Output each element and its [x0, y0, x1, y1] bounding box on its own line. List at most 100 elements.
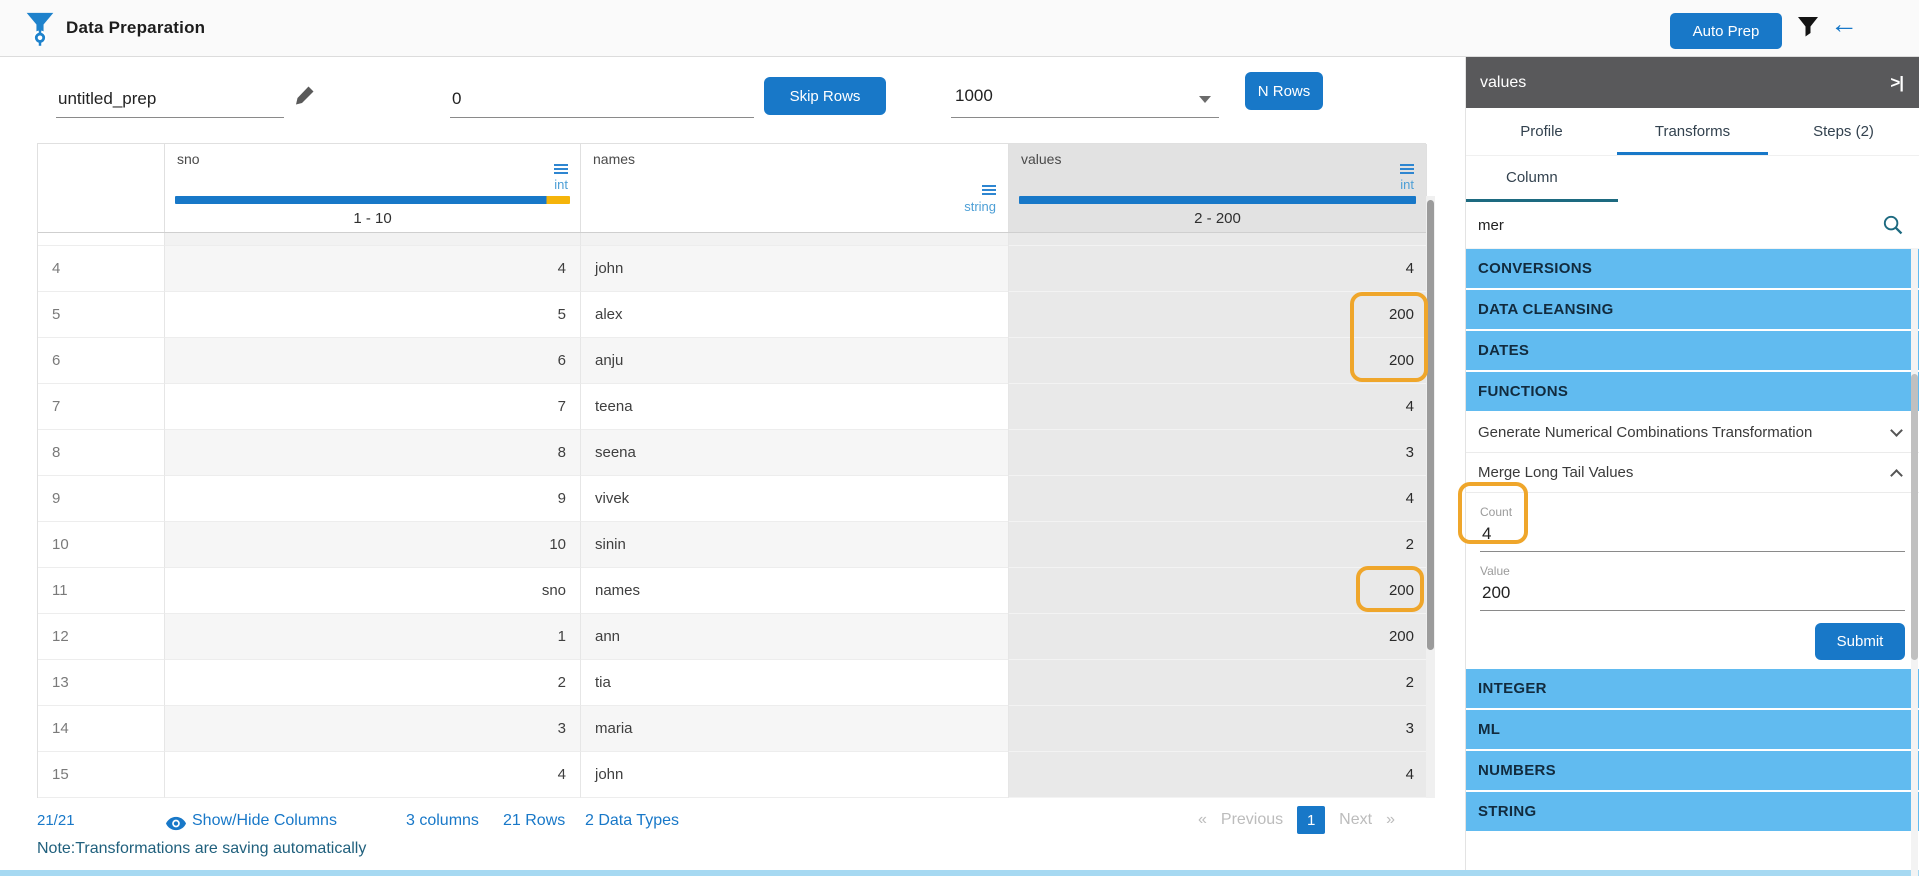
transform-item-generate-numerical-combinations[interactable]: Generate Numerical Combinations Transfor… — [1466, 413, 1919, 453]
row-index: 9 — [38, 476, 165, 522]
value-input[interactable] — [1480, 578, 1905, 611]
category-dates[interactable]: DATES — [1466, 331, 1919, 370]
cell-sno[interactable]: 10 — [165, 522, 581, 568]
cell-values[interactable]: 4 — [1009, 384, 1427, 430]
category-numbers[interactable]: NUMBERS — [1466, 751, 1919, 790]
tab-steps[interactable]: Steps (2) — [1768, 108, 1919, 155]
table-row-partial — [38, 233, 1427, 246]
cell-names[interactable]: seena — [581, 430, 1009, 476]
tab-profile[interactable]: Profile — [1466, 108, 1617, 155]
edit-pencil-icon[interactable] — [294, 84, 316, 109]
auto-prep-button[interactable]: Auto Prep — [1670, 13, 1782, 49]
column-menu-icon[interactable] — [1400, 164, 1414, 176]
cell-names[interactable]: ann — [581, 614, 1009, 660]
table-row[interactable]: 12 1 ann 200 — [38, 614, 1427, 660]
category-string[interactable]: STRING — [1466, 792, 1919, 831]
merge-long-tail-form: Count Value Submit — [1466, 493, 1919, 669]
row-index: 14 — [38, 706, 165, 752]
cell-sno[interactable]: 1 — [165, 614, 581, 660]
cell-names[interactable]: maria — [581, 706, 1009, 752]
skip-rows-button[interactable]: Skip Rows — [764, 77, 886, 115]
current-page-button[interactable]: 1 — [1297, 806, 1326, 834]
column-header-values[interactable]: values int 2 - 200 — [1009, 144, 1427, 232]
n-rows-button[interactable]: N Rows — [1245, 72, 1323, 110]
first-page-icon[interactable]: « — [1198, 811, 1207, 829]
transform-search-input[interactable] — [1478, 210, 1858, 240]
cell-names[interactable]: anju — [581, 338, 1009, 384]
cell-values[interactable]: 200 — [1009, 568, 1427, 614]
cell-names[interactable]: john — [581, 246, 1009, 292]
cell-names[interactable]: tia — [581, 660, 1009, 706]
cell-sno[interactable]: 6 — [165, 338, 581, 384]
back-arrow-icon[interactable]: ← — [1830, 8, 1858, 40]
tab-column[interactable]: Column — [1506, 156, 1558, 200]
cell-values[interactable]: 4 — [1009, 476, 1427, 522]
search-icon[interactable] — [1883, 215, 1903, 240]
category-data-cleansing[interactable]: DATA CLEANSING — [1466, 290, 1919, 329]
cell-sno[interactable]: 8 — [165, 430, 581, 476]
n-rows-select[interactable]: 1000 — [951, 80, 1219, 118]
cell-sno[interactable]: 3 — [165, 706, 581, 752]
cell-sno[interactable]: 9 — [165, 476, 581, 522]
panel-vertical-scrollbar[interactable] — [1911, 249, 1918, 876]
next-page-button[interactable]: Next — [1339, 811, 1372, 829]
cell-names[interactable]: teena — [581, 384, 1009, 430]
collapse-panel-icon[interactable]: >| — [1890, 57, 1904, 108]
category-conversions[interactable]: CONVERSIONS — [1466, 249, 1919, 288]
cell-sno[interactable]: 4 — [165, 752, 581, 798]
column-menu-icon[interactable] — [554, 164, 568, 176]
pagination: « Previous 1 Next » — [1198, 806, 1395, 834]
cell-values[interactable]: 4 — [1009, 752, 1427, 798]
scrollbar-thumb[interactable] — [1427, 200, 1434, 650]
prep-name-input[interactable] — [56, 80, 284, 118]
cell-sno[interactable]: sno — [165, 568, 581, 614]
skip-rows-input[interactable] — [450, 80, 754, 118]
table-row[interactable]: 7 7 teena 4 — [38, 384, 1427, 430]
cell-values[interactable]: 2 — [1009, 660, 1427, 706]
table-row[interactable]: 6 6 anju 200 — [38, 338, 1427, 384]
category-functions[interactable]: FUNCTIONS — [1466, 372, 1919, 411]
table-row[interactable]: 15 4 john 4 — [38, 752, 1427, 798]
cell-sno[interactable]: 5 — [165, 292, 581, 338]
tab-transforms[interactable]: Transforms — [1617, 108, 1768, 155]
table-row[interactable]: 9 9 vivek 4 — [38, 476, 1427, 522]
cell-sno[interactable]: 7 — [165, 384, 581, 430]
table-row[interactable]: 8 8 seena 3 — [38, 430, 1427, 476]
column-header-names[interactable]: names string — [581, 144, 1009, 232]
cell-values[interactable]: 200 — [1009, 292, 1427, 338]
cell-names[interactable]: sinin — [581, 522, 1009, 568]
show-hide-columns-button[interactable]: Show/Hide Columns — [192, 812, 337, 830]
transform-item-merge-long-tail-values[interactable]: Merge Long Tail Values — [1466, 453, 1919, 493]
row-index: 12 — [38, 614, 165, 660]
cell-values[interactable]: 4 — [1009, 246, 1427, 292]
table-row[interactable]: 13 2 tia 2 — [38, 660, 1427, 706]
cell-names[interactable]: john — [581, 752, 1009, 798]
cell-values[interactable]: 3 — [1009, 706, 1427, 752]
cell-sno[interactable]: 4 — [165, 246, 581, 292]
column-quality-bar — [175, 196, 570, 204]
table-row[interactable]: 5 5 alex 200 — [38, 292, 1427, 338]
cell-names[interactable]: vivek — [581, 476, 1009, 522]
scrollbar-thumb[interactable] — [1911, 374, 1918, 660]
cell-values[interactable]: 200 — [1009, 614, 1427, 660]
table-vertical-scrollbar[interactable] — [1426, 196, 1435, 798]
cell-names[interactable]: alex — [581, 292, 1009, 338]
filter-icon[interactable] — [1797, 16, 1819, 41]
cell-values[interactable]: 3 — [1009, 430, 1427, 476]
last-page-icon[interactable]: » — [1386, 811, 1395, 829]
cell-values[interactable]: 2 — [1009, 522, 1427, 568]
table-row[interactable]: 11 sno names 200 — [38, 568, 1427, 614]
cell-names[interactable]: names — [581, 568, 1009, 614]
table-row[interactable]: 10 10 sinin 2 — [38, 522, 1427, 568]
cell-sno[interactable]: 2 — [165, 660, 581, 706]
column-menu-icon[interactable] — [982, 185, 996, 197]
category-ml[interactable]: ML — [1466, 710, 1919, 749]
count-input[interactable] — [1480, 519, 1905, 552]
previous-page-button[interactable]: Previous — [1221, 811, 1283, 829]
table-row[interactable]: 14 3 maria 3 — [38, 706, 1427, 752]
submit-button[interactable]: Submit — [1815, 623, 1905, 660]
column-header-sno[interactable]: sno int 1 - 10 — [165, 144, 581, 232]
cell-values[interactable]: 200 — [1009, 338, 1427, 384]
category-integer[interactable]: INTEGER — [1466, 669, 1919, 708]
table-row[interactable]: 4 4 john 4 — [38, 246, 1427, 292]
